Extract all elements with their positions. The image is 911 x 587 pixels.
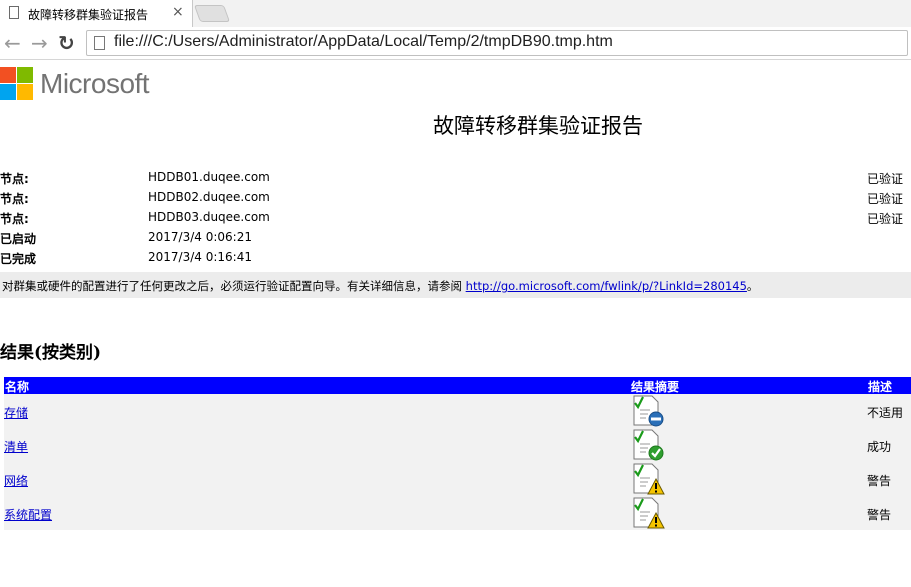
results-heading: 结果(按类别) [0, 343, 102, 363]
node-status: 已验证 [867, 172, 904, 186]
tab-title: 故障转移群集验证报告 [28, 8, 149, 22]
node-value: HDDB01.duqee.com [148, 170, 270, 184]
started-value: 2017/3/4 0:06:21 [148, 230, 252, 244]
logo-green-square [17, 67, 33, 83]
node-status: 已验证 [867, 212, 904, 226]
completed-label: 已完成 [0, 252, 37, 266]
column-header-description: 描述 [868, 380, 893, 394]
page-content: Microsoft 故障转移群集验证报告 节点: HDDB01.duqee.co… [0, 60, 911, 587]
row-description: 不适用 [867, 406, 904, 420]
node-row: 节点: HDDB01.duqee.com 已验证 [0, 168, 911, 188]
category-link-network[interactable]: 网络 [4, 472, 28, 489]
category-link-system-config[interactable]: 系统配置 [4, 506, 52, 523]
node-row: 节点: HDDB03.duqee.com 已验证 [0, 208, 911, 228]
results-table: 名称 结果摘要 描述 存储 不适用 清单 成功 网络 警告 系统配置 警告 [4, 377, 911, 530]
row-description: 警告 [867, 508, 892, 522]
logo-wordmark: Microsoft [40, 68, 150, 99]
node-value: HDDB03.duqee.com [148, 210, 270, 224]
notice-box: 对群集或硬件的配置进行了任何更改之后，必须运行验证配置向导。有关详细信息，请参阅… [0, 272, 911, 298]
logo-red-square [0, 67, 16, 83]
warning-icon [633, 497, 665, 529]
table-row: 网络 警告 [4, 462, 911, 496]
node-label: 节点: [0, 172, 29, 186]
node-status: 已验证 [867, 192, 904, 206]
column-header-name: 名称 [5, 380, 30, 394]
table-row: 系统配置 警告 [4, 496, 911, 530]
started-label: 已启动 [0, 232, 37, 246]
forward-icon[interactable]: → [31, 31, 48, 55]
close-tab-icon[interactable]: × [172, 3, 184, 21]
new-tab-button[interactable] [193, 5, 231, 22]
address-bar[interactable]: file:///C:/Users/Administrator/AppData/L… [86, 30, 908, 56]
node-row: 节点: HDDB02.duqee.com 已验证 [0, 188, 911, 208]
category-link-inventory[interactable]: 清单 [4, 438, 28, 455]
table-row: 存储 不适用 [4, 394, 911, 428]
not-applicable-icon [633, 395, 664, 427]
table-header: 名称 结果摘要 描述 [4, 377, 911, 394]
row-description: 成功 [867, 440, 892, 454]
success-icon [633, 429, 664, 461]
browser-toolbar: ← → ↻ file:///C:/Users/Administrator/App… [0, 27, 911, 60]
column-header-summary: 结果摘要 [631, 380, 680, 394]
completed-row: 已完成 2017/3/4 0:16:41 [0, 248, 911, 268]
completed-value: 2017/3/4 0:16:41 [148, 250, 252, 264]
started-row: 已启动 2017/3/4 0:06:21 [0, 228, 911, 248]
node-label: 节点: [0, 192, 29, 206]
document-icon [94, 36, 105, 50]
category-link-storage[interactable]: 存储 [4, 404, 28, 421]
logo-blue-square [0, 84, 16, 100]
browser-tab[interactable]: 故障转移群集验证报告 × [0, 0, 193, 27]
page-icon [9, 6, 19, 19]
table-row: 清单 成功 [4, 428, 911, 462]
notice-text: 对群集或硬件的配置进行了任何更改之后，必须运行验证配置向导。有关详细信息，请参阅… [2, 278, 758, 294]
tab-strip: 故障转移群集验证报告 × [0, 0, 911, 27]
notice-link[interactable]: http://go.microsoft.com/fwlink/p/?LinkId… [466, 279, 747, 293]
reload-icon[interactable]: ↻ [58, 31, 75, 55]
url-text[interactable]: file:///C:/Users/Administrator/AppData/L… [114, 33, 613, 51]
notice-body: 对群集或硬件的配置进行了任何更改之后，必须运行验证配置向导。有关详细信息，请参阅 [2, 279, 466, 293]
report-title: 故障转移群集验证报告 [433, 114, 643, 138]
notice-end: 。 [746, 279, 759, 293]
back-icon[interactable]: ← [4, 31, 21, 55]
node-label: 节点: [0, 212, 29, 226]
row-description: 警告 [867, 474, 892, 488]
warning-icon [633, 463, 665, 495]
logo-yellow-square [17, 84, 33, 100]
node-value: HDDB02.duqee.com [148, 190, 270, 204]
